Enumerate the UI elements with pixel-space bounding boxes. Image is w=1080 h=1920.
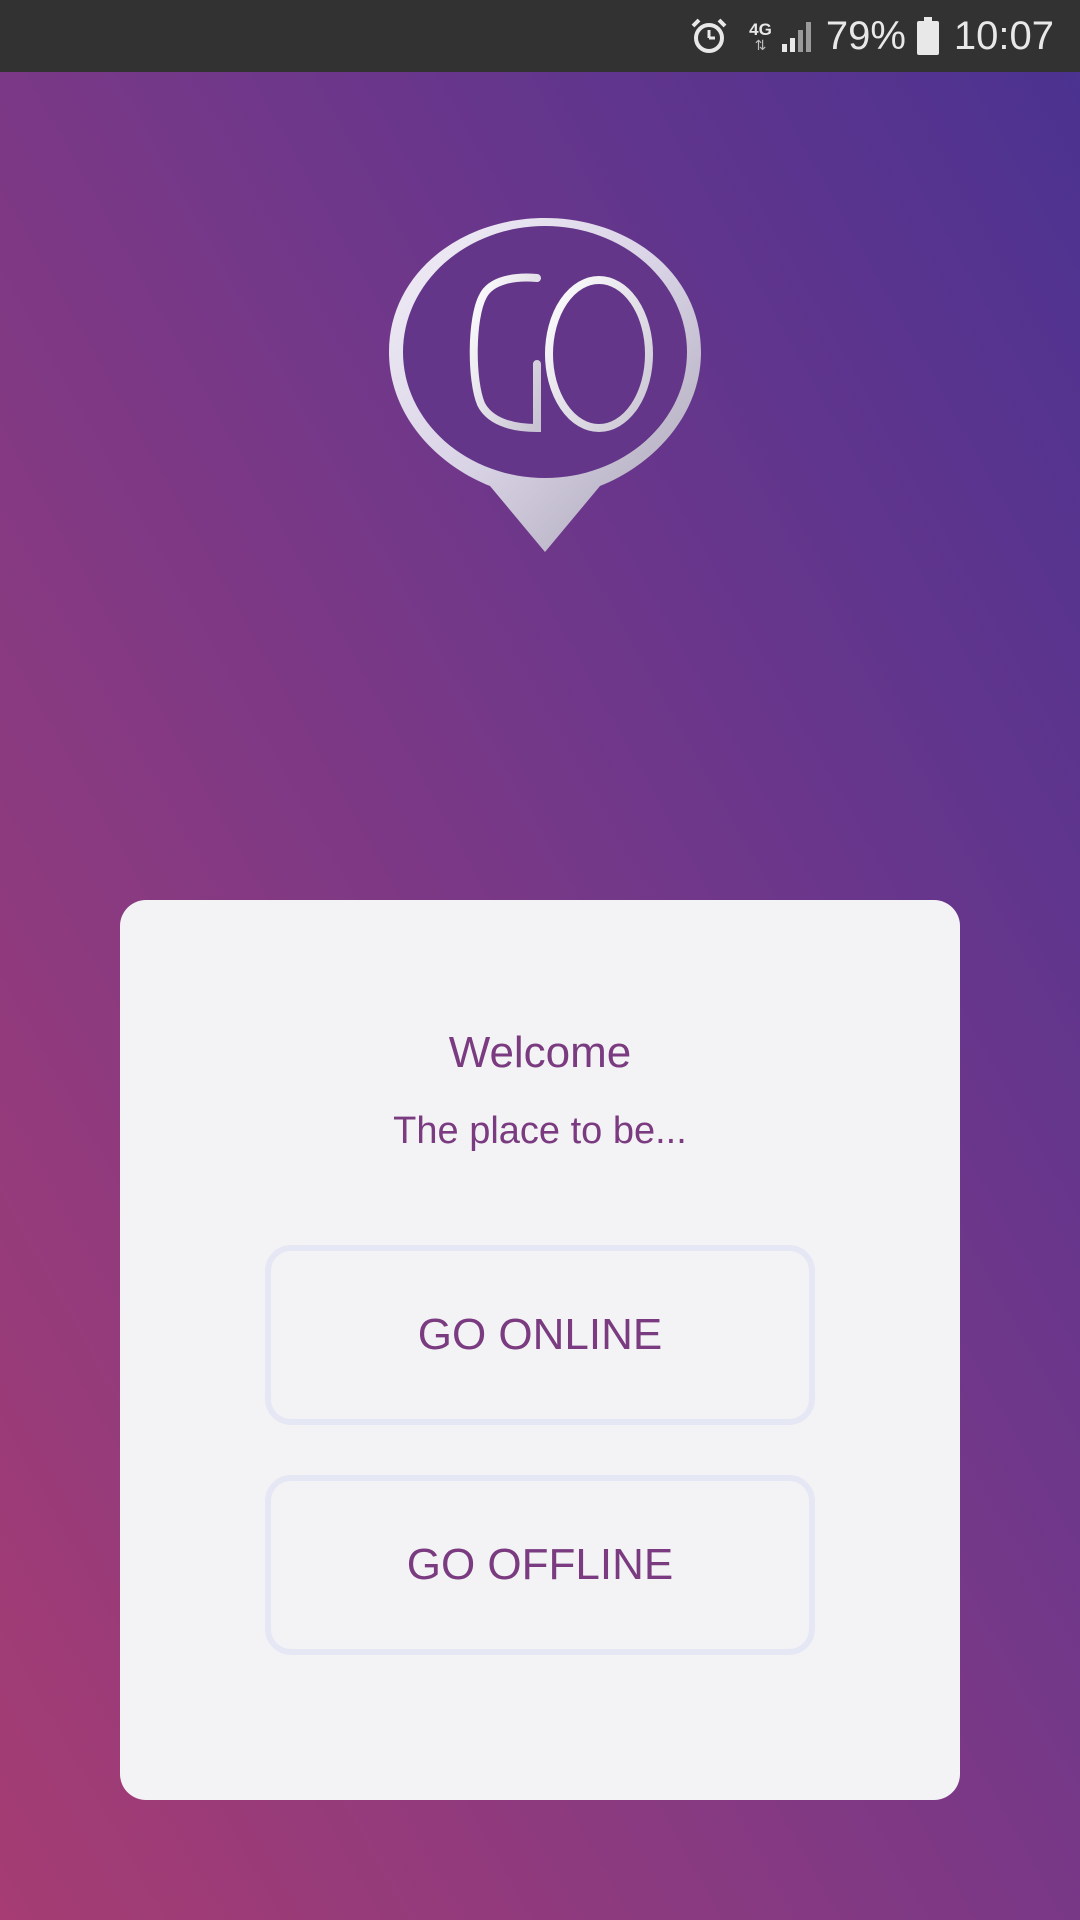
alarm-clock-icon — [689, 16, 729, 56]
go-online-button[interactable]: GO ONLINE — [265, 1245, 815, 1425]
signal-strength-icon — [780, 18, 816, 54]
welcome-heading: Welcome — [448, 1028, 632, 1077]
clock-time: 10:07 — [953, 13, 1054, 58]
go-offline-button[interactable]: GO OFFLINE — [265, 1475, 815, 1655]
welcome-card: Welcome The place to be... GO ONLINE GO … — [120, 900, 960, 1800]
clock: 10:07 — [954, 14, 1054, 59]
network-type-indicator: 4G ⇅ — [749, 21, 772, 52]
data-arrows-icon: ⇅ — [754, 36, 767, 53]
status-bar: 4G ⇅ 79% 10:07 — [0, 0, 1080, 72]
go-offline-label: GO OFFLINE — [406, 1540, 674, 1589]
battery-percent: 79% — [826, 14, 906, 59]
tagline-text: The place to be... — [393, 1110, 687, 1152]
network-type-label: 4G — [749, 19, 772, 39]
battery-icon — [916, 16, 940, 56]
go-location-pin-logo — [385, 214, 705, 554]
go-online-label: GO ONLINE — [417, 1310, 663, 1359]
battery-percent-label: 79% — [825, 13, 906, 58]
screen: 4G ⇅ 79% 10:07 Welcome The place to be..… — [0, 0, 1080, 1920]
